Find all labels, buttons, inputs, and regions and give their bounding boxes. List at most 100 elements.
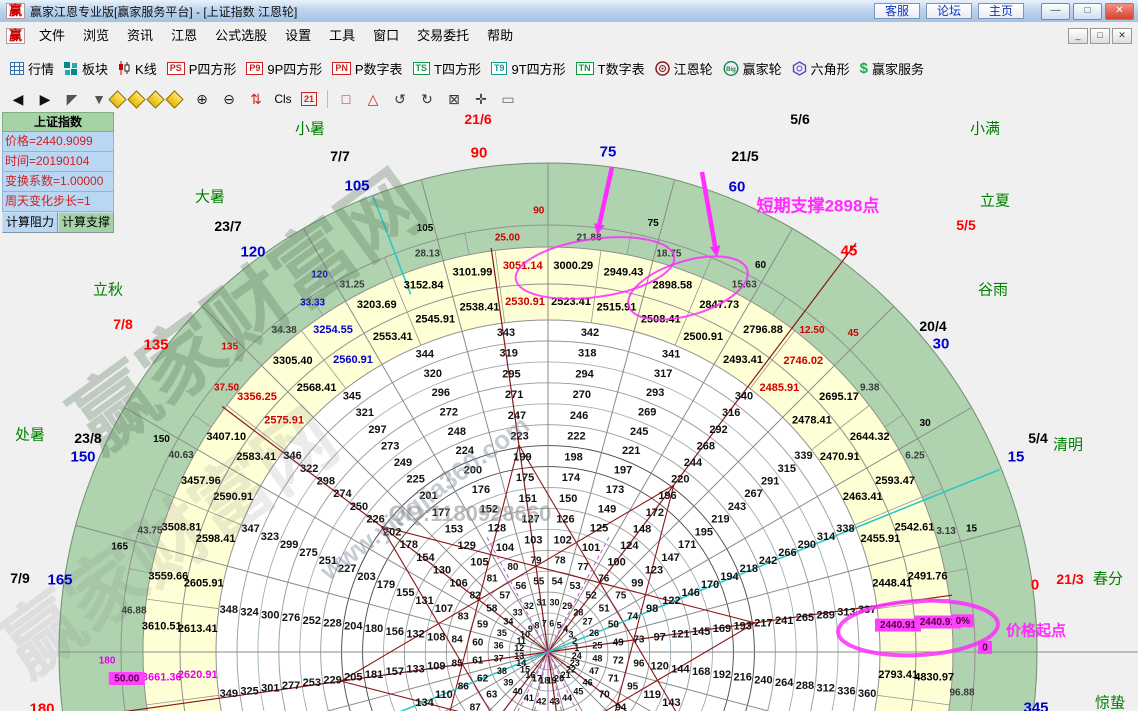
maximize-button[interactable]: □	[1073, 3, 1102, 20]
tool-P数字表[interactable]: PNP数字表	[332, 59, 402, 78]
tool-赢家轮[interactable]: Big赢家轮	[723, 59, 782, 78]
wheel-value: 71	[608, 674, 620, 685]
zoom-out-icon[interactable]: ⊖	[220, 89, 238, 109]
updown-icon[interactable]: ⇅	[247, 89, 265, 109]
wheel-value: 156	[386, 626, 404, 638]
outer-label: 21/5	[731, 148, 758, 164]
wheel-value: 291	[761, 476, 779, 488]
wheel-value: 2949.43	[604, 266, 644, 278]
titlebar-button-0[interactable]: 客服	[874, 3, 920, 19]
minimize-button[interactable]: —	[1041, 3, 1070, 20]
calendar-icon[interactable]: 21	[301, 92, 317, 106]
wheel-value: 174	[562, 472, 581, 484]
triangle-tool-icon[interactable]: △	[364, 89, 382, 109]
tool-江恩轮[interactable]: 江恩轮	[655, 59, 713, 78]
wheel-value: 315	[778, 463, 796, 475]
menu-2[interactable]: 资讯	[118, 23, 162, 49]
wheel-value: 338	[836, 523, 854, 535]
wheel-value: 4830.97	[914, 671, 954, 683]
menu-6[interactable]: 工具	[320, 23, 364, 49]
diamond-left-icon[interactable]	[108, 90, 126, 108]
menu-9[interactable]: 帮助	[478, 23, 522, 49]
close-button[interactable]: ✕	[1105, 3, 1134, 20]
wheel-value: 81	[487, 574, 499, 585]
main-toolbar: 行情板块 K线 PSP四方形 P99P四方形 PNP数字表 TST四方形 T99T四方形 TN…	[0, 50, 1138, 87]
wheel-value: 15	[966, 524, 978, 535]
wheel-value: 76	[598, 574, 610, 585]
outer-label: 135	[143, 337, 168, 354]
zoom-in-icon[interactable]: ⊕	[193, 89, 211, 109]
rotate-ccw-icon[interactable]: ↺	[391, 89, 409, 109]
tool-9P四方形[interactable]: P99P四方形	[246, 59, 322, 78]
tool-icon-badge: TN	[576, 62, 594, 75]
wheel-value: 7	[542, 618, 547, 628]
down-step-arrow-icon[interactable]: ▼	[90, 89, 108, 109]
wheel-value: 2545.91	[415, 314, 455, 326]
panel-tool-icon[interactable]: ▭	[499, 89, 517, 109]
wheel-value: 35	[497, 628, 507, 638]
mdi-minimize-button[interactable]: _	[1068, 28, 1088, 44]
center-mark-icon[interactable]: ✛	[472, 89, 490, 109]
wheel-value: 2560.91	[333, 354, 373, 366]
tool-P四方形[interactable]: PSP四方形	[167, 59, 237, 78]
wheel-value: 3	[568, 629, 573, 639]
wheel-value: 42	[536, 696, 546, 706]
wheel-value: 86	[458, 682, 470, 693]
wheel-value: 2746.02	[783, 355, 823, 367]
outer-label: 5/4	[1028, 430, 1048, 446]
wheel-value: 268	[697, 440, 715, 452]
up-step-arrow-icon[interactable]: ◤	[63, 89, 81, 109]
wheel-value: 109	[427, 661, 445, 673]
menu-7[interactable]: 窗口	[364, 23, 408, 49]
wheel-value: 73	[633, 635, 645, 646]
prev-arrow-icon[interactable]: ◀	[9, 89, 27, 109]
tool-T四方形[interactable]: TST四方形	[413, 59, 481, 78]
diamond-right-icon[interactable]	[127, 90, 145, 108]
mdi-restore-button[interactable]: □	[1090, 28, 1110, 44]
tool-六角形[interactable]: 六角形	[792, 59, 850, 78]
menu-3[interactable]: 江恩	[162, 23, 206, 49]
calc-support-button[interactable]: 计算支撑	[58, 212, 114, 233]
wheel-value: 24	[572, 651, 582, 661]
next-arrow-icon[interactable]: ▶	[36, 89, 54, 109]
app-logo-icon: 赢	[6, 3, 25, 19]
tool-icon-hex	[792, 61, 807, 76]
mdi-close-button[interactable]: ✕	[1112, 28, 1132, 44]
wheel-value: 325	[240, 685, 258, 697]
wheel-value: 193	[734, 620, 752, 632]
box-x-icon[interactable]: ⊠	[445, 89, 463, 109]
tool-行情[interactable]: 行情	[10, 59, 54, 78]
wheel-value: 150	[559, 493, 577, 505]
menu-8[interactable]: 交易委托	[408, 23, 478, 49]
outer-label: 23/8	[74, 430, 101, 446]
menu-4[interactable]: 公式选股	[206, 23, 276, 49]
titlebar-button-1[interactable]: 论坛	[926, 3, 972, 19]
cls-button[interactable]: Cls	[274, 89, 292, 109]
titlebar-button-2[interactable]: 主页	[978, 3, 1024, 19]
wheel-value: 94	[615, 702, 627, 711]
menu-1[interactable]: 浏览	[74, 23, 118, 49]
outer-label: 小满	[970, 121, 1000, 138]
wheel-value: 3203.69	[357, 299, 397, 311]
tool-K线[interactable]: K线	[118, 59, 157, 78]
wheel-value: 294	[575, 368, 594, 380]
wheel-value: 180	[99, 656, 116, 667]
tool-赢家服务[interactable]: $赢家服务	[860, 59, 924, 78]
wheel-value: 131	[415, 595, 433, 607]
wheel-value: 246	[570, 410, 588, 422]
diamond-down-icon[interactable]	[165, 90, 183, 108]
tool-T数字表[interactable]: TNT数字表	[576, 59, 645, 78]
rotate-cw-icon[interactable]: ↻	[418, 89, 436, 109]
wheel-value: 301	[261, 683, 279, 695]
tool-icon-badge: TS	[413, 62, 431, 75]
square-tool-icon[interactable]: □	[337, 89, 355, 109]
outer-label: 180	[29, 701, 54, 711]
tool-板块[interactable]: 板块	[64, 59, 108, 78]
wheel-value: 147	[661, 552, 679, 564]
menu-5[interactable]: 设置	[276, 23, 320, 49]
menu-0[interactable]: 文件	[30, 23, 74, 49]
tool-9T四方形[interactable]: T99T四方形	[491, 59, 566, 78]
calc-resistance-button[interactable]: 计算阻力	[2, 212, 58, 233]
wheel-value: 168	[692, 666, 710, 678]
diamond-up-icon[interactable]	[146, 90, 164, 108]
